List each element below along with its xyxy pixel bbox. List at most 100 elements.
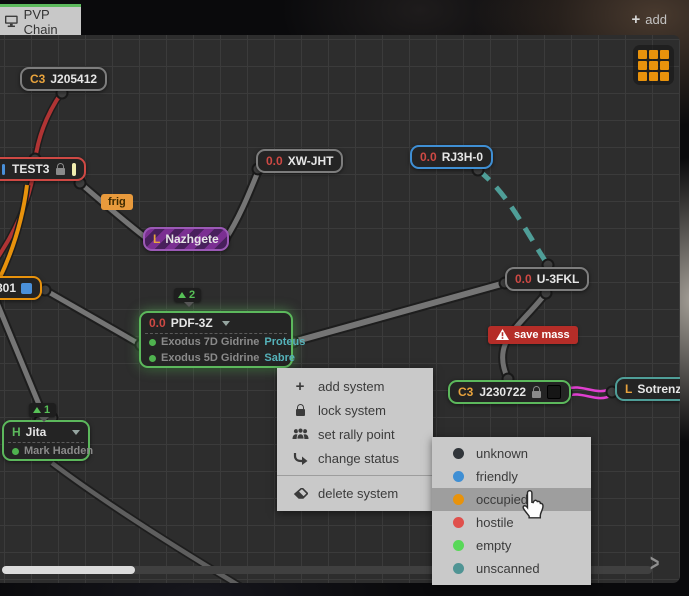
- application-window: PVP Chain + add: [0, 0, 689, 596]
- menu-item-add-system[interactable]: + add system: [277, 374, 433, 398]
- add-map-button[interactable]: + add: [632, 12, 667, 27]
- status-item-occupied[interactable]: occupied: [432, 488, 591, 511]
- status-dot: [453, 494, 464, 505]
- security-status: 0.0: [420, 150, 437, 164]
- menu-item-set-rally-point[interactable]: set rally point: [277, 422, 433, 446]
- system-name: Nazhgete: [165, 232, 218, 246]
- system-node-rj3h0[interactable]: 0.0 RJ3H-0: [410, 145, 493, 169]
- jumps-count: 2: [189, 289, 195, 301]
- eraser-icon: [291, 488, 309, 499]
- system-class: L: [153, 232, 160, 246]
- system-node-pdf3z[interactable]: 0.0PDF-3Z Exodus 7D GidrineProteus Exodu…: [139, 311, 293, 368]
- pilot-name: Mark Hadden: [24, 445, 93, 457]
- status-chip-icon: [21, 283, 32, 294]
- status-item-unknown[interactable]: unknown: [432, 442, 591, 465]
- monitor-icon: [5, 15, 18, 28]
- menu-item-label: delete system: [318, 486, 398, 501]
- lock-icon: [532, 391, 541, 398]
- system-class: L: [625, 382, 632, 396]
- status-item-hostile[interactable]: hostile: [432, 511, 591, 534]
- pilot-name: Exodus 7D Gidrine: [161, 336, 259, 348]
- scroll-right-chevron-icon[interactable]: >: [650, 552, 659, 579]
- chevron-down-icon[interactable]: [72, 430, 80, 435]
- online-dot-icon: [12, 448, 19, 455]
- menu-item-delete-system[interactable]: delete system: [277, 481, 433, 505]
- grid-icon: [638, 50, 669, 81]
- connection-dashed-rj3h0-u3fkl[interactable]: [478, 170, 548, 265]
- status-dot: [453, 540, 464, 551]
- connection-u3fkl-pdf3z[interactable]: [293, 283, 505, 342]
- system-node-sotrenz[interactable]: L Sotrenz: [615, 377, 680, 401]
- system-context-menu: + add system lock system set rally point…: [277, 368, 433, 511]
- system-node-test3[interactable]: TEST3: [0, 157, 86, 181]
- warning-icon: [496, 329, 509, 341]
- system-name: 801: [0, 281, 16, 295]
- system-name: Sotrenz: [637, 382, 680, 396]
- system-node-j230722[interactable]: C3 J230722: [448, 380, 571, 404]
- connection-801-pdf3z[interactable]: [45, 290, 141, 345]
- system-class: C3: [458, 385, 473, 399]
- lock-icon: [56, 168, 65, 175]
- lock-icon: [291, 405, 309, 416]
- status-dot: [453, 563, 464, 574]
- menu-item-label: lock system: [318, 403, 386, 418]
- status-label: hostile: [476, 515, 514, 530]
- system-class: H: [12, 425, 21, 439]
- pilot-name: Exodus 5D Gidrine: [161, 352, 259, 364]
- status-chip-icon: [547, 385, 561, 399]
- system-name: Jita: [26, 425, 47, 439]
- system-node-j205412[interactable]: C3J205412: [20, 67, 107, 91]
- system-node-u3fkl[interactable]: 0.0 U-3FKL: [505, 267, 589, 291]
- security-status: 0.0: [515, 272, 532, 286]
- security-status: 0.0: [149, 316, 166, 330]
- jumps-count: 1: [44, 404, 50, 416]
- menu-item-label: add system: [318, 379, 384, 394]
- tab-label: PVP Chain: [24, 7, 81, 37]
- connection-size-tag[interactable]: frig: [101, 194, 133, 210]
- status-dot: [453, 471, 464, 482]
- system-node-nazhgete[interactable]: L Nazhgete: [143, 227, 229, 251]
- tab-pvp-chain[interactable]: PVP Chain: [0, 7, 81, 36]
- connection-pink-j230722-sotrenz[interactable]: [567, 387, 612, 391]
- status-item-empty[interactable]: empty: [432, 534, 591, 557]
- status-label: unscanned: [476, 561, 540, 576]
- status-item-friendly[interactable]: friendly: [432, 465, 591, 488]
- connection-nazhgete-xwjht[interactable]: [225, 169, 259, 240]
- grid-layout-button[interactable]: [633, 45, 674, 85]
- menu-item-lock-system[interactable]: lock system: [277, 398, 433, 422]
- system-node-801[interactable]: 801: [0, 276, 42, 300]
- online-dot-icon: [149, 339, 156, 346]
- connection-outline: [52, 463, 248, 583]
- chevron-down-icon[interactable]: [222, 321, 230, 326]
- status-dot: [453, 448, 464, 459]
- system-node-jita[interactable]: H Jita Mark Hadden: [2, 420, 90, 461]
- horizontal-scrollbar-thumb[interactable]: [2, 566, 135, 574]
- save-mass-tag[interactable]: save mass: [488, 326, 578, 344]
- system-name: XW-JHT: [288, 154, 334, 168]
- plus-icon: +: [632, 12, 641, 27]
- online-dot-icon: [149, 355, 156, 362]
- system-name: J230722: [479, 385, 526, 399]
- up-arrow-icon: [178, 292, 186, 298]
- menu-separator: [277, 475, 433, 476]
- jumps-badge: 1: [29, 403, 56, 417]
- menu-item-change-status[interactable]: change status: [277, 446, 433, 470]
- save-mass-label: save mass: [514, 329, 570, 341]
- ship-type: Sabre: [264, 352, 295, 364]
- status-dot: [453, 517, 464, 528]
- status-label: empty: [476, 538, 511, 553]
- add-label: add: [645, 12, 667, 27]
- security-status: 0.0: [266, 154, 283, 168]
- pilot-row: Exodus 7D GidrineProteus: [141, 334, 291, 350]
- system-name: U-3FKL: [537, 272, 580, 286]
- connection-test3-nazhgete[interactable]: [80, 183, 150, 241]
- connection-pink-j230722-sotrenz[interactable]: [567, 394, 612, 398]
- system-node-xwjht[interactable]: 0.0 XW-JHT: [256, 149, 343, 173]
- status-chip-icon: [2, 164, 5, 175]
- jumps-badge: 2: [174, 288, 201, 302]
- note-chip-icon: [72, 163, 76, 176]
- system-name: RJ3H-0: [442, 150, 483, 164]
- pilot-row: Mark Hadden: [4, 443, 88, 459]
- status-item-unscanned[interactable]: unscanned: [432, 557, 591, 580]
- up-arrow-icon: [33, 407, 41, 413]
